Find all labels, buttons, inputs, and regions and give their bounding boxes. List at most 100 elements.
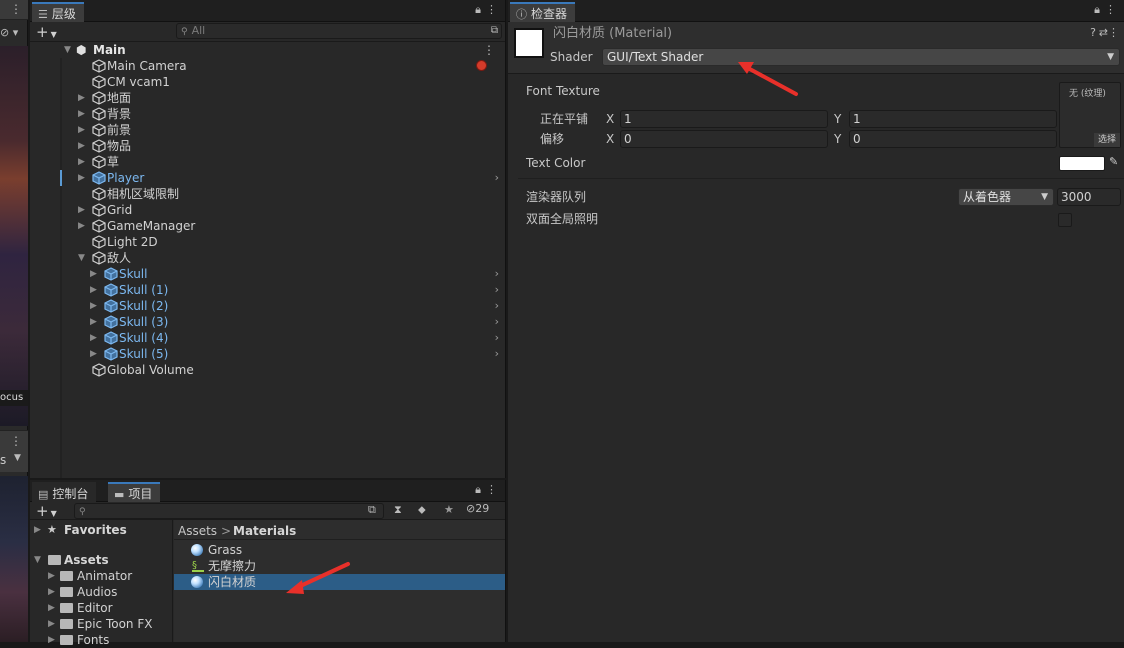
expand-closed-icon[interactable]: ▶: [78, 90, 88, 106]
more-icon[interactable]: ⋮: [486, 483, 497, 496]
breadcrumb-current[interactable]: Materials: [233, 522, 296, 540]
expand-closed-icon[interactable]: ▶: [90, 330, 100, 346]
chevron-right-icon[interactable]: ›: [495, 346, 499, 362]
hierarchy-item[interactable]: ▶ Skull (1) ›: [30, 282, 505, 298]
hierarchy-item[interactable]: ▶ Player ›: [30, 170, 505, 186]
expand-closed-icon[interactable]: ▶: [78, 218, 88, 234]
hierarchy-item[interactable]: ▶ 背景: [30, 106, 505, 122]
assets-root-row[interactable]: ▼ Assets: [30, 552, 172, 568]
chevron-right-icon[interactable]: ›: [495, 282, 499, 298]
hierarchy-item[interactable]: ▶ 草: [30, 154, 505, 170]
hierarchy-item[interactable]: ▶ 物品: [30, 138, 505, 154]
tiling-x-field[interactable]: 1: [620, 110, 828, 128]
hierarchy-item[interactable]: Main Camera: [30, 58, 505, 74]
hierarchy-item[interactable]: ▶ Skull ›: [30, 266, 505, 282]
hierarchy-item[interactable]: ▼ 敌人: [30, 250, 505, 266]
expand-closed-icon[interactable]: ▶: [90, 266, 100, 282]
chevron-down-icon[interactable]: ▼: [14, 453, 21, 463]
hierarchy-item[interactable]: 相机区域限制: [30, 186, 505, 202]
favorites-row[interactable]: ▶ ★ Favorites: [30, 522, 172, 538]
hierarchy-item[interactable]: Light 2D: [30, 234, 505, 250]
expand-closed-icon[interactable]: ▶: [90, 314, 100, 330]
expand-closed-icon[interactable]: ▶: [48, 632, 55, 648]
favorite-star-icon[interactable]: ★: [444, 503, 454, 516]
breadcrumb-root[interactable]: Assets: [178, 522, 217, 540]
presets-icon[interactable]: ⇄: [1099, 26, 1108, 39]
expand-closed-icon[interactable]: ▶: [48, 568, 55, 584]
project-search-input[interactable]: ⚲: [74, 503, 384, 519]
folder-row[interactable]: ▶ Audios: [30, 584, 172, 600]
hierarchy-item[interactable]: ▶ 前景: [30, 122, 505, 138]
expand-open-icon[interactable]: ▼: [34, 552, 41, 568]
expand-closed-icon[interactable]: ▶: [90, 346, 100, 362]
folder-row[interactable]: ▶ Fonts: [30, 632, 172, 648]
lock-icon[interactable]: 🔒︎: [1094, 3, 1100, 17]
expand-closed-icon[interactable]: ▶: [90, 298, 100, 314]
chevron-right-icon[interactable]: ›: [495, 266, 499, 282]
expand-closed-icon[interactable]: ▶: [78, 170, 88, 186]
expand-closed-icon[interactable]: ▶: [34, 522, 41, 538]
expand-closed-icon[interactable]: ▶: [48, 600, 55, 616]
double-sided-gi-checkbox[interactable]: [1058, 213, 1072, 227]
offset-x-field[interactable]: 0: [620, 130, 828, 148]
hidden-packages-toggle[interactable]: ⊘29: [466, 502, 489, 515]
lock-icon[interactable]: 🔒︎: [475, 3, 481, 17]
tab-hierarchy[interactable]: ☰ 层级: [32, 2, 84, 22]
hierarchy-item[interactable]: ▶ Skull (3) ›: [30, 314, 505, 330]
asset-item[interactable]: Grass: [174, 542, 505, 558]
expand-open-icon[interactable]: ▼: [78, 250, 88, 266]
expand-closed-icon[interactable]: ▶: [78, 106, 88, 122]
chevron-right-icon[interactable]: ›: [495, 314, 499, 330]
chevron-right-icon[interactable]: ›: [495, 330, 499, 346]
more-icon[interactable]: ⋮: [10, 434, 22, 448]
more-icon[interactable]: ⋮: [1105, 3, 1116, 16]
chevron-right-icon[interactable]: ›: [495, 298, 499, 314]
expand-closed-icon[interactable]: ▶: [78, 202, 88, 218]
more-icon[interactable]: ⋮: [1108, 26, 1119, 39]
tab-console[interactable]: ▤ 控制台: [32, 482, 97, 502]
expand-closed-icon[interactable]: ▶: [90, 282, 100, 298]
hierarchy-item[interactable]: ▶ Skull (5) ›: [30, 346, 505, 362]
offset-y-field[interactable]: 0: [849, 130, 1057, 148]
filter-by-label-icon[interactable]: ⬥: [418, 503, 426, 517]
help-icon[interactable]: ?: [1090, 26, 1096, 39]
texture-select-button[interactable]: 选择: [1093, 133, 1120, 147]
folder-row[interactable]: ▶ Epic Toon FX: [30, 616, 172, 632]
hierarchy-item[interactable]: ▶ 地面: [30, 90, 505, 106]
scene-canvas[interactable]: [0, 46, 28, 426]
tiling-y-field[interactable]: 1: [849, 110, 1057, 128]
hierarchy-search-input[interactable]: ⚲ All ⧉: [176, 23, 502, 39]
asset-item[interactable]: § 无摩擦力: [174, 558, 505, 574]
search-options-icon[interactable]: ⧉: [491, 24, 498, 38]
eyedropper-icon[interactable]: ✎: [1109, 155, 1118, 168]
scene-root-row[interactable]: ▼ ⬢ Main ⋮: [30, 42, 505, 58]
asset-item[interactable]: 闪白材质: [174, 574, 505, 590]
hierarchy-item[interactable]: ▶ Grid: [30, 202, 505, 218]
render-queue-mode-dropdown[interactable]: 从着色器 ▼: [958, 188, 1054, 206]
render-queue-value-field[interactable]: 3000: [1057, 188, 1121, 206]
hierarchy-item[interactable]: Global Volume: [30, 362, 505, 378]
expand-closed-icon[interactable]: ▶: [48, 616, 55, 632]
gizmo-toggle-icon[interactable]: ⊘ ▾: [0, 24, 28, 42]
hierarchy-item[interactable]: ▶ Skull (2) ›: [30, 298, 505, 314]
text-color-swatch[interactable]: [1059, 156, 1105, 171]
tab-inspector[interactable]: ⓘ 检查器: [510, 2, 576, 22]
chevron-right-icon[interactable]: ›: [495, 170, 499, 186]
expand-open-icon[interactable]: ▼: [64, 42, 74, 58]
folder-row[interactable]: ▶ Editor: [30, 600, 172, 616]
expand-closed-icon[interactable]: ▶: [48, 584, 55, 600]
tab-project[interactable]: ▬ 项目: [108, 482, 161, 502]
filter-by-type-icon[interactable]: ⧗: [394, 503, 402, 517]
folder-row[interactable]: ▶ Animator: [30, 568, 172, 584]
expand-closed-icon[interactable]: ▶: [78, 154, 88, 170]
more-icon[interactable]: ⋮: [10, 2, 22, 16]
hierarchy-item[interactable]: CM vcam1: [30, 74, 505, 90]
expand-closed-icon[interactable]: ▶: [78, 138, 88, 154]
more-icon[interactable]: ⋮: [486, 3, 497, 16]
hierarchy-item[interactable]: ▶ Skull (4) ›: [30, 330, 505, 346]
more-icon[interactable]: ⋮: [483, 42, 495, 58]
expand-closed-icon[interactable]: ▶: [78, 122, 88, 138]
texture-slot[interactable]: 无 (纹理) 选择: [1059, 82, 1121, 148]
shader-dropdown[interactable]: GUI/Text Shader ▼: [602, 48, 1120, 66]
lock-icon[interactable]: 🔒︎: [475, 483, 481, 497]
